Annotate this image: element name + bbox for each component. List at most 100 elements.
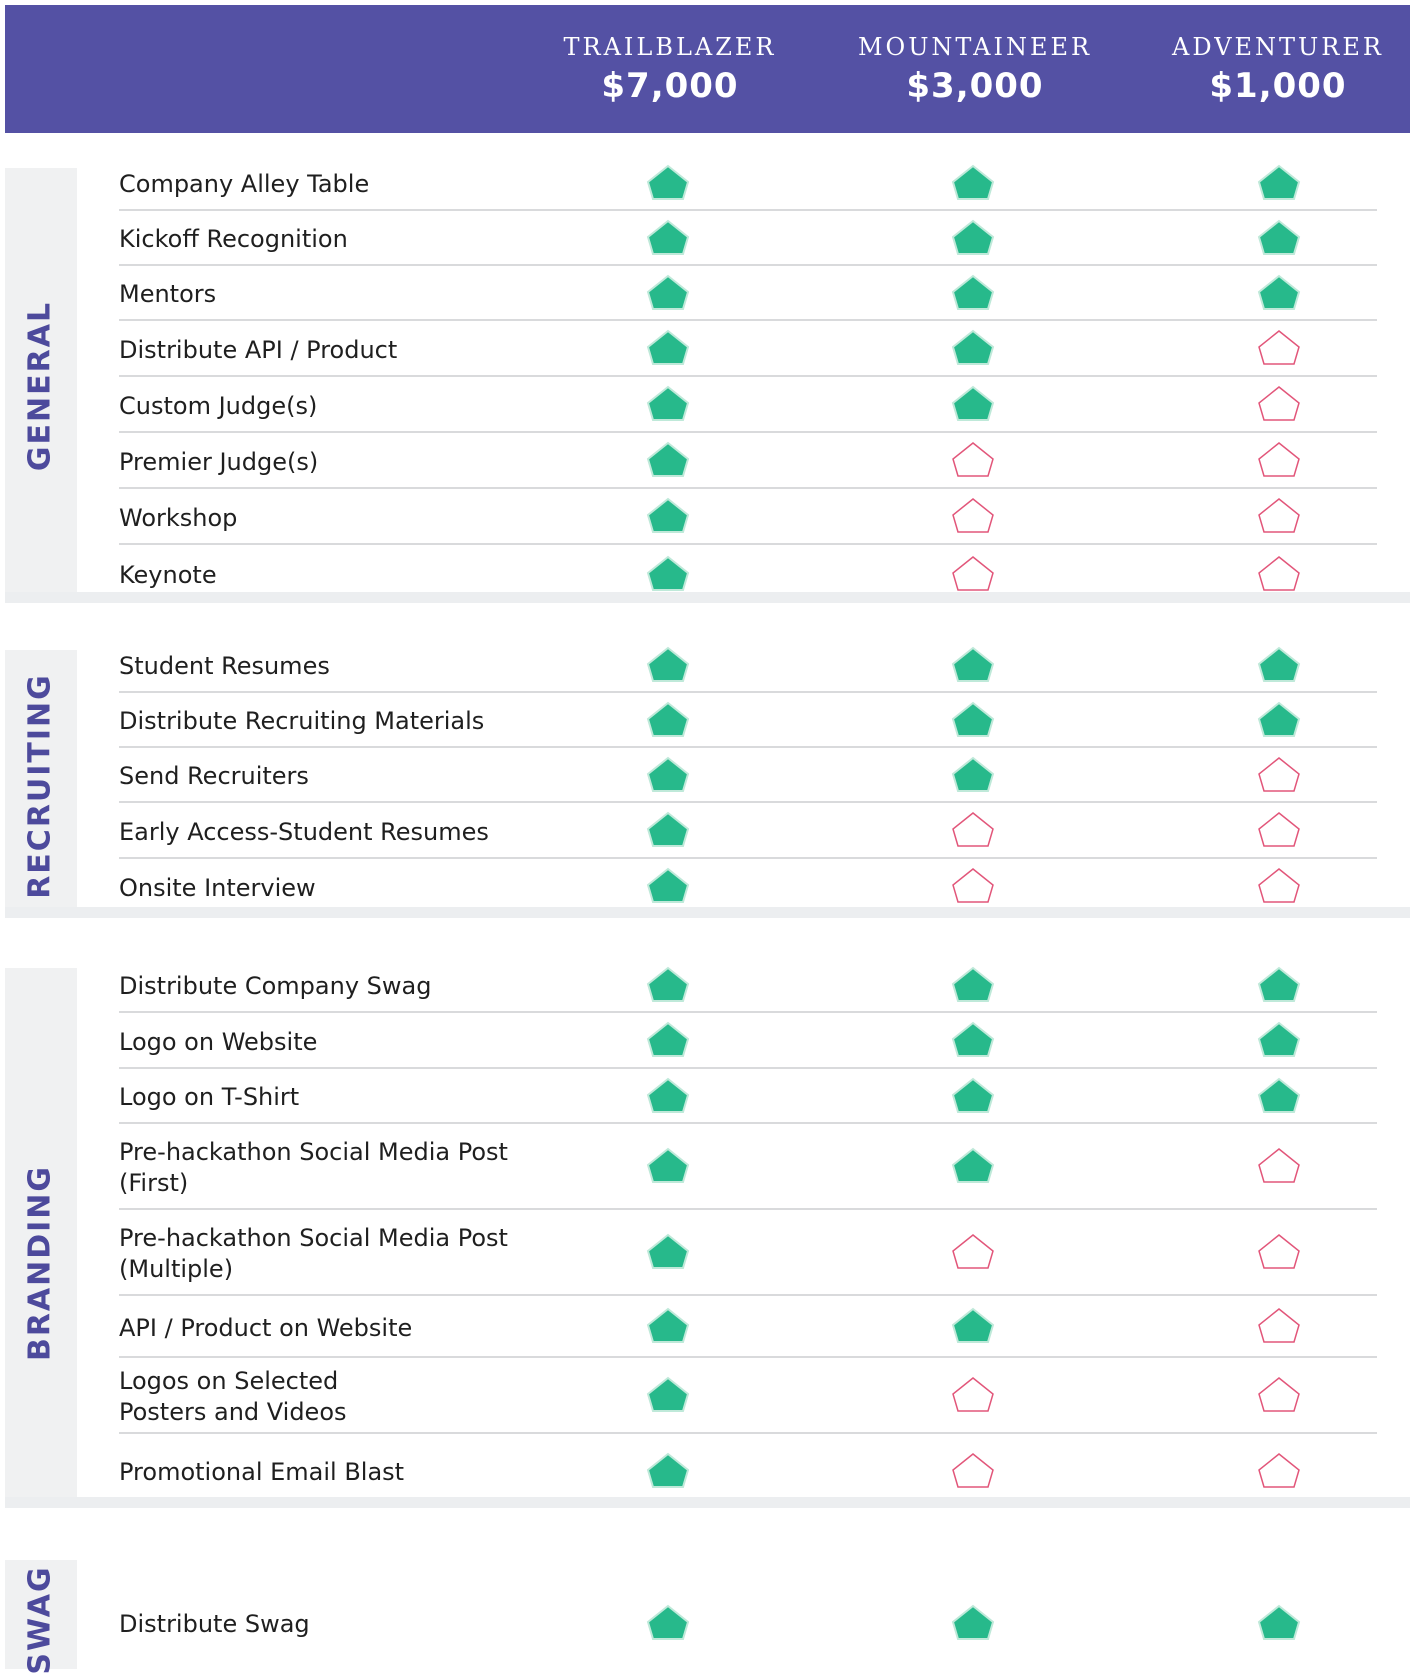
outline-pink-pentagon-icon [1256, 1233, 1302, 1271]
outline-pink-pentagon-icon [1256, 1307, 1302, 1345]
filled-green-pentagon-icon [1256, 274, 1302, 312]
row-divider [119, 375, 1377, 377]
filled-green-pentagon-icon [645, 555, 691, 593]
tier-price: $1,000 [1209, 66, 1347, 106]
filled-green-pentagon-icon [1256, 701, 1302, 739]
row-divider [119, 319, 1377, 321]
feature-label: Pre-hackathon Social Media Post (First) [119, 1138, 508, 1197]
filled-green-pentagon-icon [645, 441, 691, 479]
filled-green-pentagon-icon [645, 1233, 691, 1271]
filled-green-pentagon-icon [645, 497, 691, 535]
outline-pink-pentagon-icon [1256, 1147, 1302, 1185]
tier-mountaineer: MOUNTAINEER $3,000 [835, 30, 1115, 108]
tier-name: MOUNTAINEER [857, 33, 1093, 61]
feature-label: Premier Judge(s) [119, 447, 319, 476]
outline-pink-pentagon-icon [1256, 756, 1302, 794]
row-divider [119, 1067, 1377, 1069]
filled-green-pentagon-icon [645, 1452, 691, 1490]
section-title: BRANDING [22, 1164, 58, 1362]
section-title: RECRUITING [22, 673, 58, 899]
outline-pink-pentagon-icon [1256, 497, 1302, 535]
row-divider [119, 1011, 1377, 1013]
outline-pink-pentagon-icon [950, 1376, 996, 1414]
filled-green-pentagon-icon [645, 1021, 691, 1059]
filled-green-pentagon-icon [645, 756, 691, 794]
outline-pink-pentagon-icon [1256, 555, 1302, 593]
section-title: GENERAL [22, 300, 58, 472]
outline-pink-pentagon-icon [950, 811, 996, 849]
row-divider [119, 431, 1377, 433]
row-divider [119, 543, 1377, 545]
outline-pink-pentagon-icon [950, 497, 996, 535]
filled-green-pentagon-icon [645, 867, 691, 905]
filled-green-pentagon-icon [645, 385, 691, 423]
section-title: SWAG [22, 1565, 58, 1675]
outline-pink-pentagon-icon [950, 1452, 996, 1490]
row-divider [119, 264, 1377, 266]
filled-green-pentagon-icon [1256, 1021, 1302, 1059]
feature-label: API / Product on Website [119, 1313, 413, 1342]
outline-pink-pentagon-icon [1256, 811, 1302, 849]
outline-pink-pentagon-icon [1256, 1452, 1302, 1490]
row-divider [119, 1356, 1377, 1358]
row-divider [119, 691, 1377, 693]
feature-label: Logo on Website [119, 1027, 318, 1056]
feature-label: Student Resumes [119, 652, 330, 680]
filled-green-pentagon-icon [1256, 646, 1302, 684]
outline-pink-pentagon-icon [1256, 329, 1302, 367]
row-divider [119, 487, 1377, 489]
filled-green-pentagon-icon [645, 1307, 691, 1345]
feature-label: Keynote [119, 561, 217, 589]
outline-pink-pentagon-icon [950, 441, 996, 479]
row-divider [119, 1432, 1377, 1434]
feature-label: Company Alley Table [119, 170, 370, 198]
filled-green-pentagon-icon [1256, 1077, 1302, 1115]
filled-green-pentagon-icon [950, 1604, 996, 1642]
feature-label: Logos on Selected Posters and Videos [119, 1367, 347, 1426]
filled-green-pentagon-icon [1256, 164, 1302, 202]
section-divider [5, 1497, 1410, 1508]
section-divider [5, 907, 1410, 918]
outline-pink-pentagon-icon [1256, 1376, 1302, 1414]
filled-green-pentagon-icon [950, 756, 996, 794]
section-divider [5, 592, 1410, 603]
feature-label: Kickoff Recognition [119, 225, 348, 253]
filled-green-pentagon-icon [950, 329, 996, 367]
filled-green-pentagon-icon [645, 1376, 691, 1414]
row-divider [119, 1294, 1377, 1296]
filled-green-pentagon-icon [1256, 219, 1302, 257]
filled-green-pentagon-icon [950, 1307, 996, 1345]
feature-label: Send Recruiters [119, 762, 309, 790]
filled-green-pentagon-icon [950, 164, 996, 202]
feature-label: Promotional Email Blast [119, 1458, 405, 1486]
filled-green-pentagon-icon [950, 701, 996, 739]
filled-green-pentagon-icon [645, 646, 691, 684]
filled-green-pentagon-icon [645, 164, 691, 202]
tier-price: $7,000 [601, 66, 739, 106]
feature-label: Mentors [119, 280, 217, 308]
filled-green-pentagon-icon [950, 385, 996, 423]
outline-pink-pentagon-icon [1256, 441, 1302, 479]
filled-green-pentagon-icon [645, 701, 691, 739]
feature-label: Distribute Recruiting Materials [119, 707, 485, 735]
row-divider [119, 801, 1377, 803]
filled-green-pentagon-icon [645, 329, 691, 367]
row-divider [119, 1122, 1377, 1124]
feature-label: Distribute API / Product [119, 335, 398, 364]
feature-label: Logo on T-Shirt [119, 1083, 300, 1111]
feature-label: Workshop [119, 503, 238, 532]
row-divider [119, 1208, 1377, 1210]
feature-label: Early Access-Student Resumes [119, 817, 489, 846]
filled-green-pentagon-icon [1256, 1604, 1302, 1642]
row-divider [119, 746, 1377, 748]
filled-green-pentagon-icon [950, 219, 996, 257]
outline-pink-pentagon-icon [1256, 867, 1302, 905]
tier-name: TRAILBLAZER [563, 33, 777, 61]
feature-label: Distribute Company Swag [119, 972, 432, 1000]
outline-pink-pentagon-icon [1256, 385, 1302, 423]
feature-label: Distribute Swag [119, 1610, 310, 1638]
tier-adventurer: ADVENTURER $1,000 [1138, 30, 1411, 108]
filled-green-pentagon-icon [645, 1147, 691, 1185]
filled-green-pentagon-icon [950, 966, 996, 1004]
filled-green-pentagon-icon [645, 1077, 691, 1115]
